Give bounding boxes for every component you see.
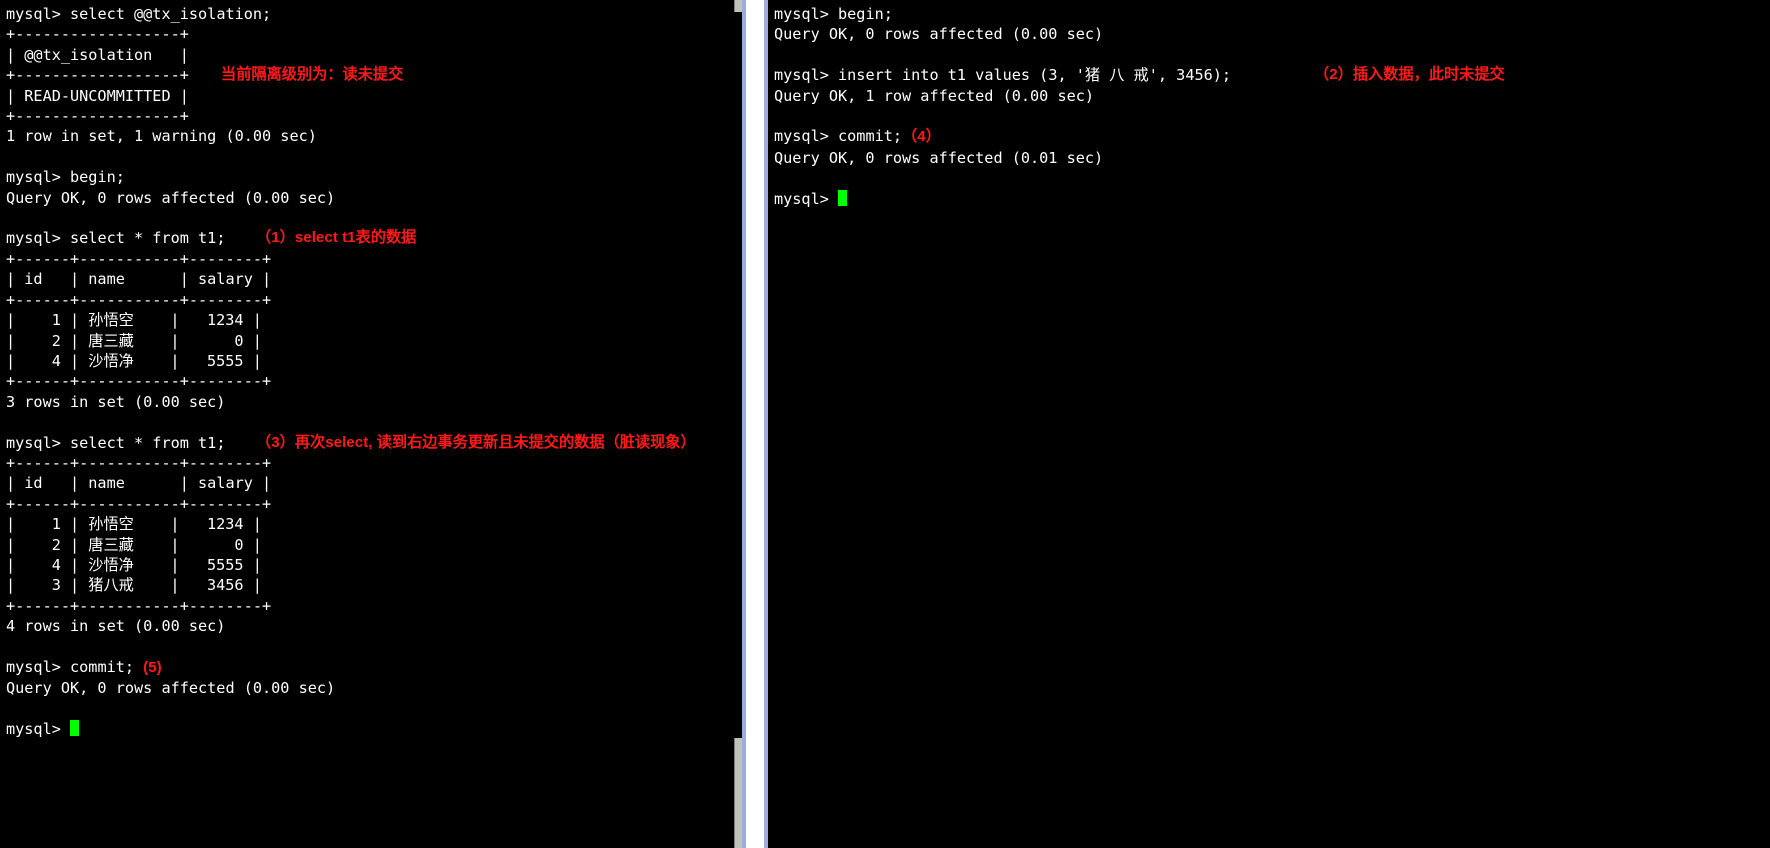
table-row: | 1 | 孙悟空 | 1234 | (6, 514, 736, 534)
table-border: +------+-----------+--------+ (6, 494, 736, 514)
blank-line (6, 147, 736, 167)
table-row: | 3 | 猪八戒 | 3456 | (6, 575, 736, 595)
table-header: | id | name | salary | (6, 269, 736, 289)
pane-divider (746, 0, 764, 848)
blank-line (774, 168, 1764, 188)
query-ok: Query OK, 0 rows affected (0.00 sec) (6, 188, 736, 208)
cmd-commit: mysql> commit; (5) (6, 657, 736, 678)
cmd-select-2: mysql> select * from t1;（3）再次select, 读到右… (6, 433, 736, 453)
table-header: | id | name | salary | (6, 473, 736, 493)
table-border: +------------------+ (6, 24, 736, 44)
blank-line (6, 699, 736, 719)
annotation-step-3: （3）再次select, 读到右边事务更新且未提交的数据（脏读现象） (256, 433, 696, 453)
scrollbar-up-icon[interactable] (734, 0, 742, 12)
annotation-step-1: （1）select t1表的数据 (256, 228, 416, 248)
annotation-step-5: (5) (143, 659, 162, 676)
blank-line (6, 637, 736, 657)
annotation-isolation: 当前隔离级别为：读未提交 (221, 65, 403, 85)
table-border: +------+-----------+--------+ (6, 453, 736, 473)
cmd-select-1: mysql> select * from t1;（1）select t1表的数据 (6, 228, 736, 248)
table-border: +------+-----------+--------+ (6, 371, 736, 391)
query-ok: Query OK, 0 rows affected (0.00 sec) (6, 678, 736, 698)
cmd-begin: mysql> begin; (774, 4, 1764, 24)
table-row: | 4 | 沙悟净 | 5555 | (6, 555, 736, 575)
table-row: | 2 | 唐三藏 | 0 | (6, 331, 736, 351)
result-summary: 3 rows in set (0.00 sec) (6, 392, 736, 412)
query-ok: Query OK, 1 row affected (0.00 sec) (774, 86, 1764, 106)
right-terminal[interactable]: mysql> begin; Query OK, 0 rows affected … (764, 0, 1770, 848)
table-border: +------+-----------+--------+ (6, 249, 736, 269)
table-border: +------+-----------+--------+ (6, 596, 736, 616)
prompt-idle: mysql> (6, 719, 736, 739)
cmd-select-isolation: mysql> select @@tx_isolation; (6, 4, 736, 24)
cmd-insert: mysql> insert into t1 values (3, '猪 八 戒'… (774, 65, 1764, 85)
table-header: | @@tx_isolation | (6, 45, 736, 65)
table-row: | 4 | 沙悟净 | 5555 | (6, 351, 736, 371)
blank-line (6, 208, 736, 228)
query-ok: Query OK, 0 rows affected (0.00 sec) (774, 24, 1764, 44)
annotation-step-4: （4） (902, 128, 941, 145)
blank-line (6, 412, 736, 432)
cursor-icon (70, 720, 79, 736)
table-row: | 1 | 孙悟空 | 1234 | (6, 310, 736, 330)
cursor-icon (838, 190, 847, 206)
result-summary: 1 row in set, 1 warning (0.00 sec) (6, 126, 736, 146)
scrollbar-thumb[interactable] (734, 738, 742, 848)
left-terminal[interactable]: mysql> select @@tx_isolation; +---------… (0, 0, 746, 848)
prompt-idle: mysql> (774, 189, 1764, 209)
cmd-begin: mysql> begin; (6, 167, 736, 187)
table-row: | 2 | 唐三藏 | 0 | (6, 535, 736, 555)
terminal-split-view: mysql> select @@tx_isolation; +---------… (0, 0, 1770, 848)
isolation-value: | READ-UNCOMMITTED | (6, 86, 736, 106)
blank-line (774, 45, 1764, 65)
blank-line (774, 106, 1764, 126)
result-summary: 4 rows in set (0.00 sec) (6, 616, 736, 636)
table-border: +------------------+ (6, 106, 736, 126)
query-ok: Query OK, 0 rows affected (0.01 sec) (774, 148, 1764, 168)
cmd-commit: mysql> commit;（4） (774, 126, 1764, 147)
table-border: +------------------+当前隔离级别为：读未提交 (6, 65, 736, 85)
annotation-step-2: （2）插入数据，此时未提交 (1314, 65, 1505, 85)
table-border: +------+-----------+--------+ (6, 290, 736, 310)
